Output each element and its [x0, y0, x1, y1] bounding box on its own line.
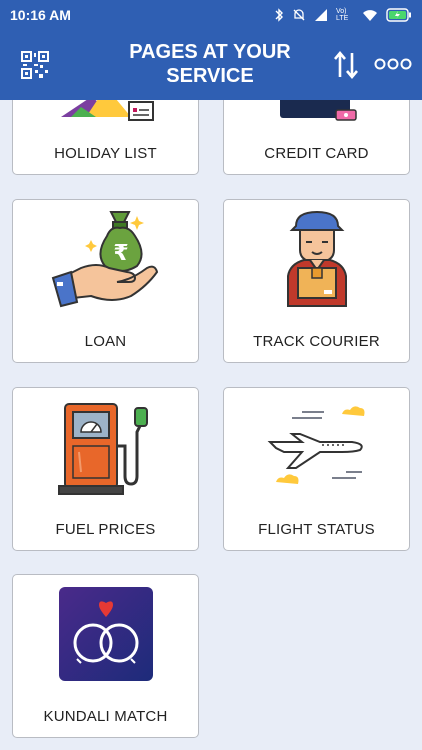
status-icons: Vo) LTE [274, 8, 412, 22]
card-image [224, 100, 409, 130]
card-holiday-list[interactable]: HOLIDAY LIST [12, 100, 199, 175]
service-grid: HOLIDAY LIST CREDIT CARD ₹ LOAN TRACK CO… [0, 100, 422, 750]
bluetooth-icon [275, 8, 283, 22]
card-image [224, 388, 409, 506]
status-time: 10:16 AM [10, 7, 71, 23]
battery-icon [386, 8, 411, 22]
card-label: FUEL PRICES [55, 521, 156, 538]
courier-delivery-icon [286, 210, 347, 307]
qr-code-button[interactable] [20, 50, 50, 80]
more-options-button[interactable] [374, 57, 412, 71]
status-bar: 10:16 AM Vo) LTE [0, 0, 422, 30]
sort-button[interactable] [332, 50, 360, 80]
card-kundali-match[interactable]: KUNDALI MATCH [12, 574, 199, 738]
card-image [13, 575, 198, 693]
app-bar: PAGES AT YOUR SERVICE [0, 30, 422, 100]
kundali-rings-icon [58, 587, 153, 681]
page-title: PAGES AT YOUR SERVICE [129, 41, 291, 87]
card-fuel-prices[interactable]: FUEL PRICES [12, 387, 199, 551]
loan-money-bag-icon: ₹ [51, 211, 158, 308]
card-label: KUNDALI MATCH [43, 708, 168, 725]
signal-icon [315, 9, 327, 21]
card-image [13, 100, 198, 130]
card-image [224, 200, 409, 318]
credit-card-icon [279, 100, 357, 121]
card-image: ₹ [13, 200, 198, 318]
card-label: CREDIT CARD [264, 145, 369, 162]
volte-label: Vo) LTE [336, 8, 349, 22]
card-loan[interactable]: ₹ LOAN [12, 199, 199, 363]
mute-bell-icon [293, 9, 305, 21]
sort-arrows-icon [334, 50, 358, 80]
card-label: HOLIDAY LIST [54, 145, 157, 162]
card-label: LOAN [84, 333, 127, 350]
fuel-pump-icon [57, 403, 148, 495]
svg-text:₹: ₹ [113, 241, 128, 266]
card-label: FLIGHT STATUS [258, 521, 375, 538]
card-image [13, 388, 198, 506]
card-flight-status[interactable]: FLIGHT STATUS [223, 387, 410, 551]
airplane-icon [267, 406, 364, 484]
wifi-icon [363, 9, 377, 21]
card-track-courier[interactable]: TRACK COURIER [223, 199, 410, 363]
more-dots-icon [374, 58, 412, 70]
card-credit-card[interactable]: CREDIT CARD [223, 100, 410, 175]
holiday-icon [60, 100, 154, 121]
card-label: TRACK COURIER [253, 333, 380, 350]
qr-code-icon [21, 51, 49, 79]
